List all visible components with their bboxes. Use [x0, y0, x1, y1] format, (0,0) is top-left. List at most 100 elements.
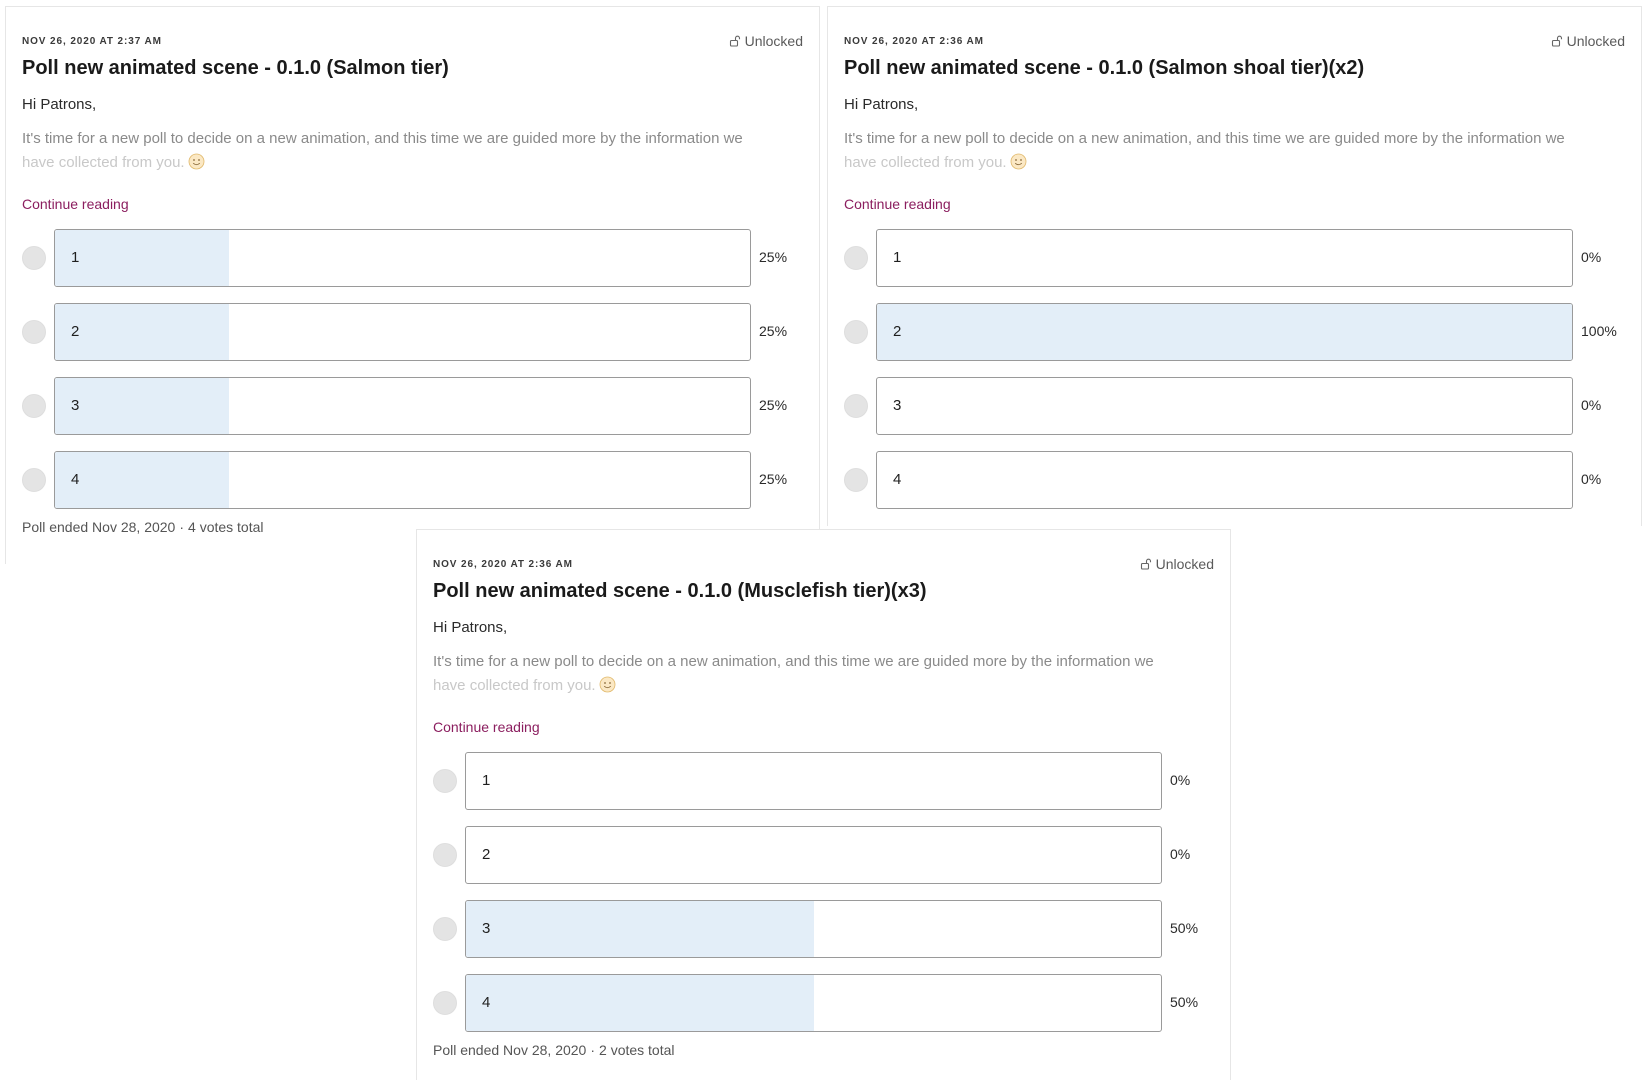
teaser-line-1: It's time for a new poll to decide on a … — [844, 130, 1565, 147]
poll-option-radio[interactable] — [22, 394, 46, 418]
poll-option-bar[interactable]: 4 — [465, 974, 1162, 1032]
access-status: Unlocked — [1140, 556, 1214, 572]
access-label: Unlocked — [1566, 33, 1625, 49]
poll-option-percent: 100% — [1581, 323, 1617, 339]
poll-option-radio[interactable] — [22, 246, 46, 270]
post-teaser: It's time for a new poll to decide on a … — [22, 127, 803, 175]
poll-option-label: 1 — [482, 772, 491, 789]
poll-option-label: 1 — [893, 249, 902, 266]
smiling-face-icon — [599, 676, 615, 693]
smiling-face-icon — [188, 153, 204, 170]
poll-option: 3 25% — [22, 377, 803, 435]
post-meta: NOV 26, 2020 AT 2:36 AM Unlocked — [844, 33, 1625, 49]
poll-votes-total: 2 votes total — [599, 1042, 675, 1058]
poll-option-label: 4 — [482, 994, 491, 1011]
post-meta: NOV 26, 2020 AT 2:36 AM Unlocked — [433, 556, 1214, 572]
poll-ended-date: Poll ended Nov 28, 2020 — [22, 519, 176, 535]
poll-option-fill — [466, 975, 814, 1031]
poll-option-fill — [55, 378, 229, 434]
teaser-line-2: have collected from you. — [22, 154, 185, 171]
poll-votes-total: 4 votes total — [188, 519, 264, 535]
teaser-line-2: have collected from you. — [844, 154, 1007, 171]
poll-option-label: 3 — [482, 920, 491, 937]
poll-option-radio[interactable] — [844, 320, 868, 344]
poll-option-radio[interactable] — [433, 917, 457, 941]
poll-option-bar[interactable]: 2 — [876, 303, 1573, 361]
poll-option: 4 25% — [22, 451, 803, 509]
access-label: Unlocked — [1155, 556, 1214, 572]
poll-option-fill — [55, 230, 229, 286]
separator-dot: · — [590, 1042, 596, 1058]
poll-option-radio[interactable] — [433, 843, 457, 867]
poll-post-card-1: NOV 26, 2020 AT 2:37 AM Unlocked Poll ne… — [5, 6, 820, 564]
poll-option-bar[interactable]: 4 — [876, 451, 1573, 509]
smiling-face-icon — [1010, 153, 1026, 170]
post-title[interactable]: Poll new animated scene - 0.1.0 (Musclef… — [433, 578, 1214, 604]
continue-reading-link[interactable]: Continue reading — [433, 718, 1214, 736]
continue-reading-link[interactable]: Continue reading — [22, 195, 803, 213]
teaser-line-2: have collected from you. — [433, 677, 596, 694]
poll-option-radio[interactable] — [22, 320, 46, 344]
poll-option-label: 4 — [71, 471, 80, 488]
poll-option-radio[interactable] — [433, 991, 457, 1015]
lock-open-icon — [1551, 35, 1562, 47]
poll-option-percent: 0% — [1170, 846, 1191, 862]
access-status: Unlocked — [1551, 33, 1625, 49]
poll-option-label: 4 — [893, 471, 902, 488]
poll-option-bar[interactable]: 1 — [876, 229, 1573, 287]
post-title[interactable]: Poll new animated scene - 0.1.0 (Salmon … — [22, 55, 803, 81]
poll-option: 1 0% — [844, 229, 1625, 287]
teaser-line-1: It's time for a new poll to decide on a … — [433, 653, 1154, 670]
poll-option-bar[interactable]: 1 — [54, 229, 751, 287]
poll-option-bar[interactable]: 2 — [465, 826, 1162, 884]
poll-option-percent: 50% — [1170, 994, 1199, 1010]
access-status: Unlocked — [729, 33, 803, 49]
poll-option-bar[interactable]: 3 — [876, 377, 1573, 435]
access-label: Unlocked — [744, 33, 803, 49]
poll-option-label: 1 — [71, 249, 80, 266]
poll-options: 1 25% 2 25% 3 25% 4 25% — [22, 229, 803, 509]
poll-post-card-2: NOV 26, 2020 AT 2:36 AM Unlocked Poll ne… — [827, 6, 1642, 526]
poll-option: 2 100% — [844, 303, 1625, 361]
poll-option: 1 25% — [22, 229, 803, 287]
poll-option-radio[interactable] — [844, 468, 868, 492]
poll-post-card-3: NOV 26, 2020 AT 2:36 AM Unlocked Poll ne… — [416, 529, 1231, 1080]
lock-open-icon — [729, 35, 740, 47]
post-title[interactable]: Poll new animated scene - 0.1.0 (Salmon … — [844, 55, 1625, 81]
poll-options: 1 0% 2 100% 3 0% 4 0% — [844, 229, 1625, 509]
poll-option: 2 0% — [433, 826, 1214, 884]
post-greeting: Hi Patrons, — [22, 96, 97, 113]
poll-option-bar[interactable]: 3 — [465, 900, 1162, 958]
poll-option-label: 2 — [893, 323, 902, 340]
poll-option-bar[interactable]: 4 — [54, 451, 751, 509]
poll-option-fill — [55, 452, 229, 508]
poll-option-fill — [466, 901, 814, 957]
post-greeting: Hi Patrons, — [844, 96, 919, 113]
poll-option-percent: 0% — [1581, 249, 1602, 265]
poll-option-label: 2 — [71, 323, 80, 340]
poll-option-label: 2 — [482, 846, 491, 863]
poll-option-label: 3 — [71, 397, 80, 414]
lock-open-icon — [1140, 558, 1151, 570]
poll-option-bar[interactable]: 3 — [54, 377, 751, 435]
poll-option-radio[interactable] — [844, 246, 868, 270]
poll-option: 3 50% — [433, 900, 1214, 958]
post-date: NOV 26, 2020 AT 2:36 AM — [844, 35, 984, 47]
continue-reading-link[interactable]: Continue reading — [844, 195, 1625, 213]
poll-footer: Poll ended Nov 28, 2020 · 2 votes total — [433, 1042, 1214, 1058]
poll-option: 4 0% — [844, 451, 1625, 509]
poll-option-radio[interactable] — [433, 769, 457, 793]
poll-option-percent: 0% — [1170, 772, 1191, 788]
poll-option-label: 3 — [893, 397, 902, 414]
poll-option: 2 25% — [22, 303, 803, 361]
poll-option-percent: 0% — [1581, 471, 1602, 487]
poll-option-radio[interactable] — [844, 394, 868, 418]
poll-option-bar[interactable]: 1 — [465, 752, 1162, 810]
post-meta: NOV 26, 2020 AT 2:37 AM Unlocked — [22, 33, 803, 49]
poll-ended-date: Poll ended Nov 28, 2020 — [433, 1042, 587, 1058]
poll-option-percent: 25% — [759, 249, 788, 265]
poll-option-percent: 50% — [1170, 920, 1199, 936]
poll-option-radio[interactable] — [22, 468, 46, 492]
poll-option-bar[interactable]: 2 — [54, 303, 751, 361]
post-teaser: It's time for a new poll to decide on a … — [433, 650, 1214, 698]
